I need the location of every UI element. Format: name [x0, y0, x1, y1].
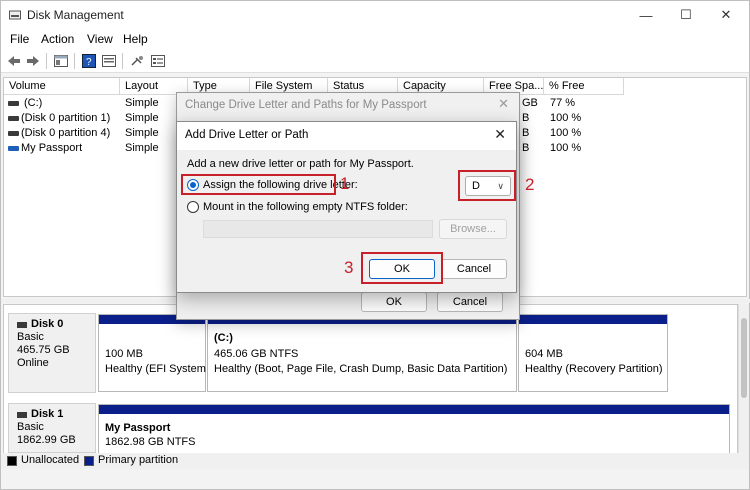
- partition-c[interactable]: (C:) 465.06 GB NTFS Healthy (Boot, Page …: [207, 314, 517, 392]
- step-2-label: 2: [525, 175, 535, 194]
- drive-icon: [8, 116, 19, 121]
- disk-size: 1862.99 GB: [17, 434, 76, 446]
- ok-button[interactable]: OK: [361, 292, 427, 312]
- legend-primary: Primary partition: [98, 454, 179, 466]
- disk-map: Disk 0 Basic 465.75 GB Online 100 MB Hea…: [3, 304, 738, 454]
- disk-size: 465.75 GB: [17, 344, 70, 356]
- column-percent-free[interactable]: % Free: [544, 78, 624, 95]
- unallocated-swatch: [7, 456, 17, 466]
- partition-size: 604 MB: [525, 348, 563, 360]
- disk-management-app-icon: [9, 10, 21, 20]
- window-title: Disk Management: [27, 8, 124, 22]
- usb-drive-icon: [8, 146, 19, 151]
- connect-icon[interactable]: [130, 53, 146, 69]
- partition-recovery[interactable]: 604 MB Healthy (Recovery Partition): [518, 314, 668, 392]
- partition-status: Healthy (Recovery Partition): [525, 363, 663, 375]
- partition-efi[interactable]: 100 MB Healthy (EFI System: [98, 314, 206, 392]
- close-icon[interactable]: ✕: [498, 96, 509, 112]
- volume-name: (Disk 0 partition 1): [21, 112, 111, 124]
- disk-map-scrollbar[interactable]: [738, 304, 749, 454]
- drive-icon: [8, 131, 19, 136]
- legend: Unallocated Primary partition: [1, 453, 749, 469]
- disk-icon: [17, 411, 27, 418]
- mount-folder-label[interactable]: Mount in the following empty NTFS folder…: [203, 201, 408, 213]
- disk-status: Online: [17, 357, 49, 369]
- legend-unallocated: Unallocated: [21, 454, 80, 466]
- volume-percent-free: 100 %: [550, 112, 582, 124]
- menu-help[interactable]: Help: [123, 32, 148, 46]
- disk-0-label[interactable]: Disk 0 Basic 465.75 GB Online: [8, 313, 96, 393]
- menu-file[interactable]: File: [10, 32, 29, 46]
- disk-name: Disk 1: [31, 408, 64, 420]
- properties-icon[interactable]: [101, 53, 117, 69]
- title-bar: Disk Management — ☐ ✕: [1, 1, 749, 29]
- back-arrow-icon[interactable]: [6, 53, 22, 69]
- dialog-title-bar: Add Drive Letter or Path ✕: [177, 122, 516, 150]
- partition-my-passport[interactable]: My Passport 1862.98 GB NTFS: [98, 404, 730, 453]
- volume-name: (C:): [24, 97, 43, 109]
- folder-path-input[interactable]: [203, 220, 433, 238]
- maximize-button[interactable]: ☐: [665, 1, 707, 29]
- volume-layout: Simple: [125, 127, 159, 139]
- volume-free: B: [522, 112, 530, 124]
- volume-percent-free: 77 %: [550, 97, 576, 109]
- volume-name: My Passport: [21, 142, 83, 154]
- volume-layout: Simple: [125, 97, 159, 109]
- menu-bar: File Action View Help: [1, 29, 749, 49]
- primary-partition-bar: [519, 315, 667, 324]
- partition-title: (C:): [214, 332, 233, 344]
- disk-type: Basic: [17, 331, 44, 343]
- volume-free: GB: [522, 97, 538, 109]
- primary-partition-bar: [99, 405, 729, 414]
- menu-view[interactable]: View: [87, 32, 113, 46]
- partition-title: My Passport: [105, 422, 171, 434]
- toolbar-separator: [74, 53, 75, 69]
- cancel-button[interactable]: Cancel: [441, 259, 507, 279]
- volume-layout: Simple: [125, 112, 159, 124]
- partition-size: 100 MB: [105, 348, 143, 360]
- dialog-title: Add Drive Letter or Path: [185, 129, 309, 141]
- highlight-drive-letter: [458, 170, 516, 201]
- minimize-button[interactable]: —: [625, 1, 667, 29]
- close-button[interactable]: ✕: [705, 1, 747, 29]
- partition-status: Healthy (Boot, Page File, Crash Dump, Ba…: [214, 363, 508, 375]
- svg-text:?: ?: [86, 57, 92, 68]
- partition-status: Healthy (EFI System: [105, 363, 206, 375]
- drive-icon: [8, 101, 19, 106]
- disk-name: Disk 0: [31, 318, 64, 330]
- partition-size: 465.06 GB NTFS: [214, 348, 299, 360]
- mount-folder-radio[interactable]: [187, 201, 199, 213]
- volume-name: (Disk 0 partition 4): [21, 127, 111, 139]
- highlight-assign-option: [181, 174, 336, 195]
- partition-size: 1862.98 GB NTFS: [105, 436, 196, 448]
- disk-icon: [17, 321, 27, 328]
- volume-layout: Simple: [125, 142, 159, 154]
- volume-free: B: [522, 142, 530, 154]
- volume-percent-free: 100 %: [550, 142, 582, 154]
- browse-button[interactable]: Browse...: [439, 219, 507, 239]
- dialog-title: Change Drive Letter and Paths for My Pas…: [185, 99, 427, 111]
- help-icon[interactable]: ?: [81, 53, 97, 69]
- menu-action[interactable]: Action: [41, 32, 74, 46]
- column-volume[interactable]: Volume: [4, 78, 120, 95]
- highlight-ok-button: [361, 252, 443, 284]
- settings-icon[interactable]: [150, 53, 166, 69]
- volume-free: B: [522, 127, 530, 139]
- step-3-label: 3: [344, 258, 354, 277]
- console-tree-icon[interactable]: [53, 53, 69, 69]
- close-icon[interactable]: ✕: [494, 126, 506, 143]
- dialog-description: Add a new drive letter or path for My Pa…: [187, 158, 414, 170]
- toolbar: ?: [1, 49, 749, 73]
- step-1-label: 1: [340, 174, 350, 193]
- forward-arrow-icon[interactable]: [25, 53, 41, 69]
- volume-percent-free: 100 %: [550, 127, 582, 139]
- primary-partition-swatch: [84, 456, 94, 466]
- scroll-thumb[interactable]: [741, 318, 747, 398]
- cancel-button[interactable]: Cancel: [437, 292, 503, 312]
- toolbar-separator: [46, 53, 47, 69]
- disk-1-label[interactable]: Disk 1 Basic 1862.99 GB: [8, 403, 96, 453]
- toolbar-separator: [122, 53, 123, 69]
- disk-type: Basic: [17, 421, 44, 433]
